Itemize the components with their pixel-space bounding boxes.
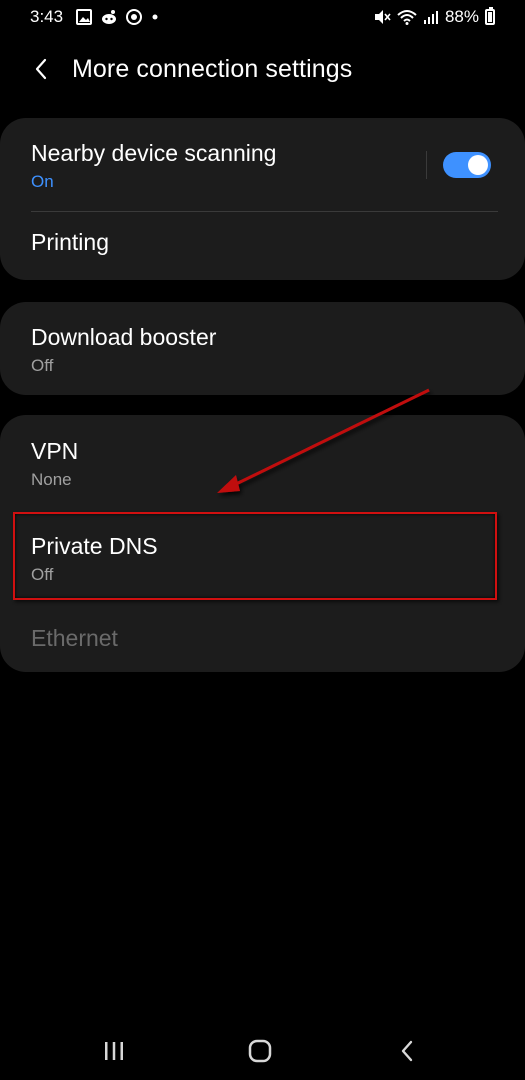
recents-icon: [105, 1042, 123, 1060]
recents-button[interactable]: [99, 1038, 129, 1064]
annotation-arrow: [217, 388, 430, 493]
back-nav-button[interactable]: [392, 1038, 422, 1064]
home-icon: [248, 1039, 272, 1063]
home-button[interactable]: [245, 1038, 275, 1064]
navigation-bar: [0, 1020, 525, 1080]
back-icon: [401, 1040, 413, 1062]
